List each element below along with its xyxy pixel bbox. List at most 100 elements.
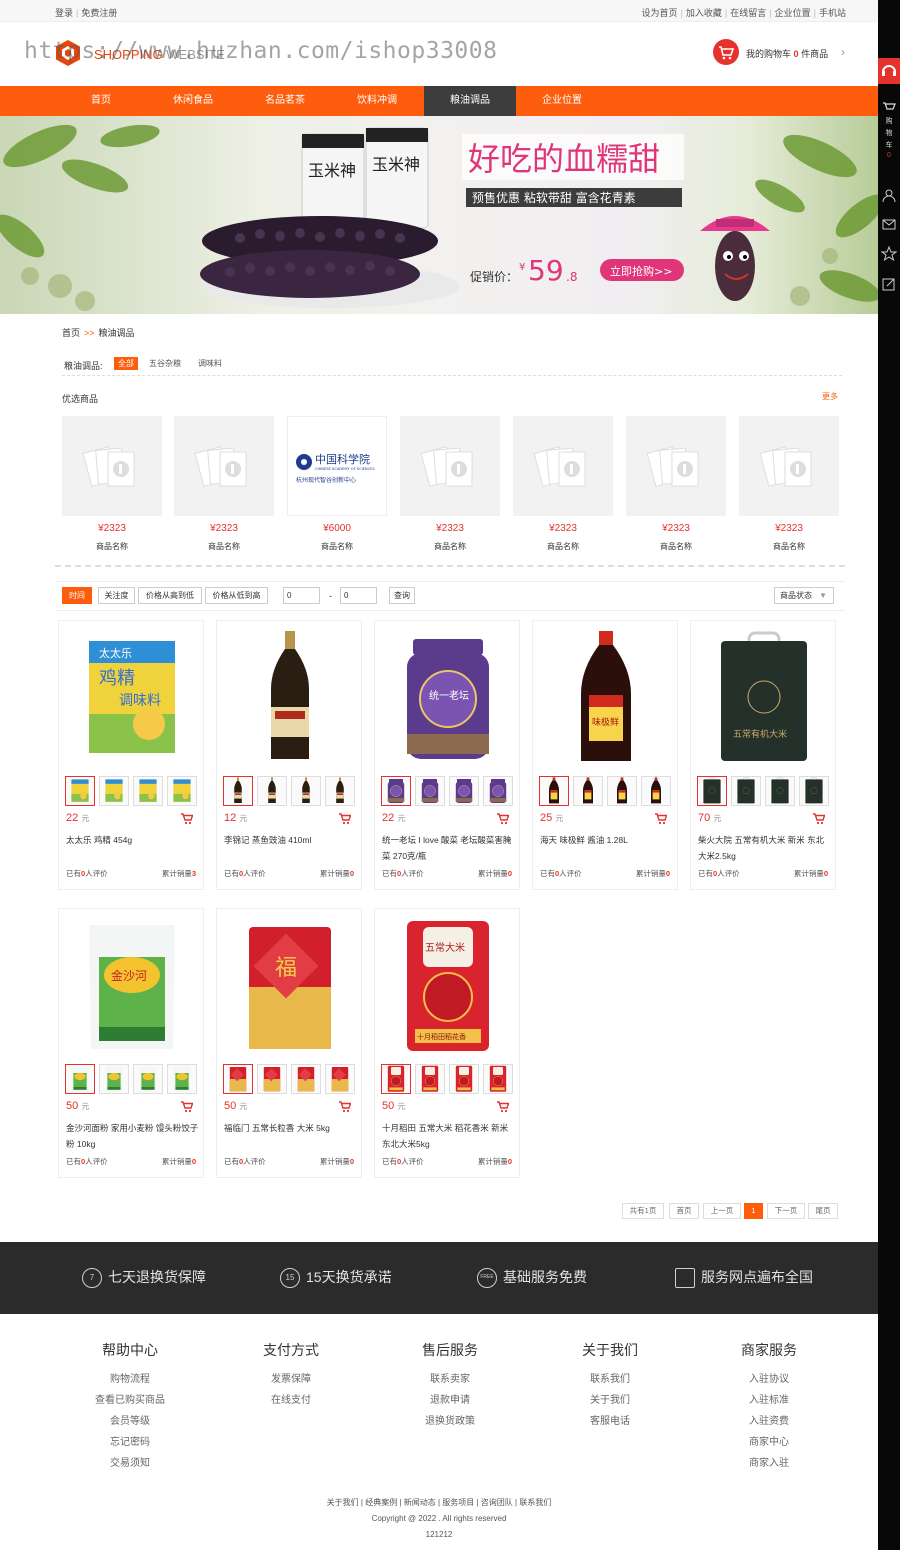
product-thumbnail[interactable] [697, 776, 727, 806]
product-thumbnail[interactable] [607, 776, 637, 806]
footer-link[interactable]: 入驻协议 [699, 1369, 839, 1390]
filter-grains[interactable]: 五谷杂粮 [145, 357, 185, 370]
nav-snacks[interactable]: 休闲食品 [147, 86, 239, 116]
pager-prev[interactable]: 上一页 [703, 1203, 741, 1219]
nav-grain-oil[interactable]: 粮油调品 [424, 86, 516, 116]
product-thumbnail[interactable] [381, 1064, 411, 1094]
footer-link-about[interactable]: 关于我们 [327, 1498, 359, 1507]
pick-name[interactable]: 商品名称 [626, 541, 726, 552]
product-name[interactable]: 福临门 五常长粒香 大米 5kg [224, 1120, 357, 1136]
product-card[interactable]: 味极鲜 25 元 海天 味极鲜 酱油 1.28L 已有0人评价 累计销量0 [532, 620, 678, 890]
product-thumbnail[interactable] [449, 1064, 479, 1094]
pick-name[interactable]: 商品名称 [287, 541, 387, 552]
register-link[interactable]: 免费注册 [81, 8, 117, 18]
footer-link[interactable]: 会员等级 [60, 1411, 200, 1432]
add-to-cart-icon[interactable] [496, 813, 509, 825]
footer-link-contact[interactable]: 联系我们 [519, 1498, 551, 1507]
product-thumbnail[interactable] [223, 1064, 253, 1094]
product-thumbnail[interactable] [799, 776, 829, 806]
pick-image[interactable]: 中国科学院 CHINESE ACADEMY OF SCIENCES 杭州现代智谷… [287, 416, 387, 516]
product-card[interactable]: 金沙河 50 元 金沙河面粉 家用小麦粉 馒头粉饺子粉 10kg 已有0人评价 … [58, 908, 204, 1178]
star-icon[interactable] [878, 245, 900, 262]
product-name[interactable]: 柴火大院 五常有机大米 新米 东北大米2.5kg [698, 832, 831, 864]
product-card[interactable]: 五常有机大米 70 元 柴火大院 五常有机大米 新米 东北大米2.5kg 已有0… [690, 620, 836, 890]
filter-all[interactable]: 全部 [114, 357, 138, 370]
pick-item[interactable]: 中国科学院 CHINESE ACADEMY OF SCIENCES 杭州现代智谷… [287, 416, 387, 552]
product-name[interactable]: 太太乐 鸡精 454g [66, 832, 199, 848]
pick-name[interactable]: 商品名称 [174, 541, 274, 552]
footer-link[interactable]: 查看已购买商品 [60, 1390, 200, 1411]
footer-link[interactable]: 联系我们 [540, 1369, 680, 1390]
pick-item[interactable]: ¥2323 商品名称 [513, 416, 613, 552]
sidebar-cart[interactable]: 购物车 0 [878, 100, 900, 172]
product-thumbnail[interactable] [325, 776, 355, 806]
mobile-site-link[interactable]: 手机站 [819, 8, 846, 18]
pick-item[interactable]: ¥2323 商品名称 [62, 416, 162, 552]
nav-tea[interactable]: 名品茗茶 [239, 86, 331, 116]
product-image[interactable] [235, 629, 345, 769]
pick-item[interactable]: ¥2323 商品名称 [739, 416, 839, 552]
customer-service-button[interactable] [878, 58, 900, 84]
product-thumbnail[interactable] [415, 1064, 445, 1094]
footer-link[interactable]: 购物流程 [60, 1369, 200, 1390]
footer-link[interactable]: 联系卖家 [380, 1369, 520, 1390]
pick-image[interactable] [739, 416, 839, 516]
product-image[interactable]: 五常大米 十月稻田稻花香 [393, 917, 503, 1057]
pager-last[interactable]: 尾页 [808, 1203, 838, 1219]
footer-link[interactable]: 在线支付 [221, 1390, 361, 1411]
product-thumbnail[interactable] [573, 776, 603, 806]
product-thumbnail[interactable] [99, 1064, 129, 1094]
product-thumbnail[interactable] [539, 776, 569, 806]
product-thumbnail[interactable] [483, 776, 513, 806]
product-image[interactable]: 五常有机大米 [709, 629, 819, 769]
buy-now-button[interactable]: 立即抢购>> [610, 264, 672, 278]
set-homepage-link[interactable]: 设为首页 [642, 8, 678, 18]
online-message-link[interactable]: 在线留言 [730, 8, 766, 18]
footer-link[interactable]: 商家中心 [699, 1432, 839, 1453]
product-thumbnail[interactable] [167, 1064, 197, 1094]
pager-first[interactable]: 首页 [669, 1203, 699, 1219]
footer-link[interactable]: 退换货政策 [380, 1411, 520, 1432]
product-name[interactable]: 海天 味极鲜 酱油 1.28L [540, 832, 673, 848]
footer-link[interactable]: 关于我们 [540, 1390, 680, 1411]
product-thumbnail[interactable] [415, 776, 445, 806]
pick-image[interactable] [513, 416, 613, 516]
product-name[interactable]: 金沙河面粉 家用小麦粉 馒头粉饺子粉 10kg [66, 1120, 199, 1152]
product-thumbnail[interactable] [291, 776, 321, 806]
login-link[interactable]: 登录 [55, 8, 73, 18]
product-card[interactable]: 五常大米 十月稻田稻花香 50 元 十月稻田 五常大米 稻花香米 新米 东北大米5… [374, 908, 520, 1178]
sort-price-asc-button[interactable]: 价格从低到高 [205, 587, 268, 604]
add-to-cart-icon[interactable] [180, 813, 193, 825]
footer-link[interactable]: 忘记密码 [60, 1432, 200, 1453]
pick-name[interactable]: 商品名称 [739, 541, 839, 552]
product-thumbnail[interactable] [133, 776, 163, 806]
product-image[interactable]: 统一老坛 [393, 629, 503, 769]
product-name[interactable]: 统一老坛 I love 酸菜 老坛酸菜害腌菜 270克/瓶 [382, 832, 515, 864]
nav-location[interactable]: 企业位置 [516, 86, 608, 116]
product-image[interactable]: 福 [235, 917, 345, 1057]
add-to-cart-icon[interactable] [654, 813, 667, 825]
product-card[interactable]: 太太乐 鸡精 调味料 22 元 太太乐 鸡精 454g 已有0人评价 累计销量3 [58, 620, 204, 890]
product-thumbnail[interactable] [65, 1064, 95, 1094]
product-card[interactable]: 12 元 李锦记 蒸鱼豉油 410ml 已有0人评价 累计销量0 [216, 620, 362, 890]
product-thumbnail[interactable] [257, 776, 287, 806]
sort-attention-button[interactable]: 关注度 [98, 587, 135, 604]
footer-link-team[interactable]: 咨询团队 [481, 1498, 513, 1507]
footer-link-cases[interactable]: 经典案例 [365, 1498, 397, 1507]
user-icon[interactable] [878, 188, 900, 204]
add-to-cart-icon[interactable] [180, 1101, 193, 1113]
product-thumbnail[interactable] [731, 776, 761, 806]
pick-image[interactable] [62, 416, 162, 516]
pick-item[interactable]: ¥2323 商品名称 [400, 416, 500, 552]
product-thumbnail[interactable] [381, 776, 411, 806]
message-icon[interactable] [878, 217, 900, 233]
product-image[interactable]: 味极鲜 [551, 629, 661, 769]
breadcrumb-home[interactable]: 首页 [62, 328, 80, 338]
pager-next[interactable]: 下一页 [767, 1203, 805, 1219]
product-thumbnail[interactable] [65, 776, 95, 806]
product-thumbnail[interactable] [641, 776, 671, 806]
nav-drinks[interactable]: 饮料冲调 [331, 86, 423, 116]
product-name[interactable]: 十月稻田 五常大米 稻花香米 新米 东北大米5kg [382, 1120, 515, 1152]
promo-banner[interactable]: 玉米神 玉米神 好吃的血糯甜 预售优惠 粘软带甜 富含花青素 促销价： ¥ 59… [0, 116, 878, 314]
product-image[interactable]: 太太乐 鸡精 调味料 [77, 629, 187, 769]
